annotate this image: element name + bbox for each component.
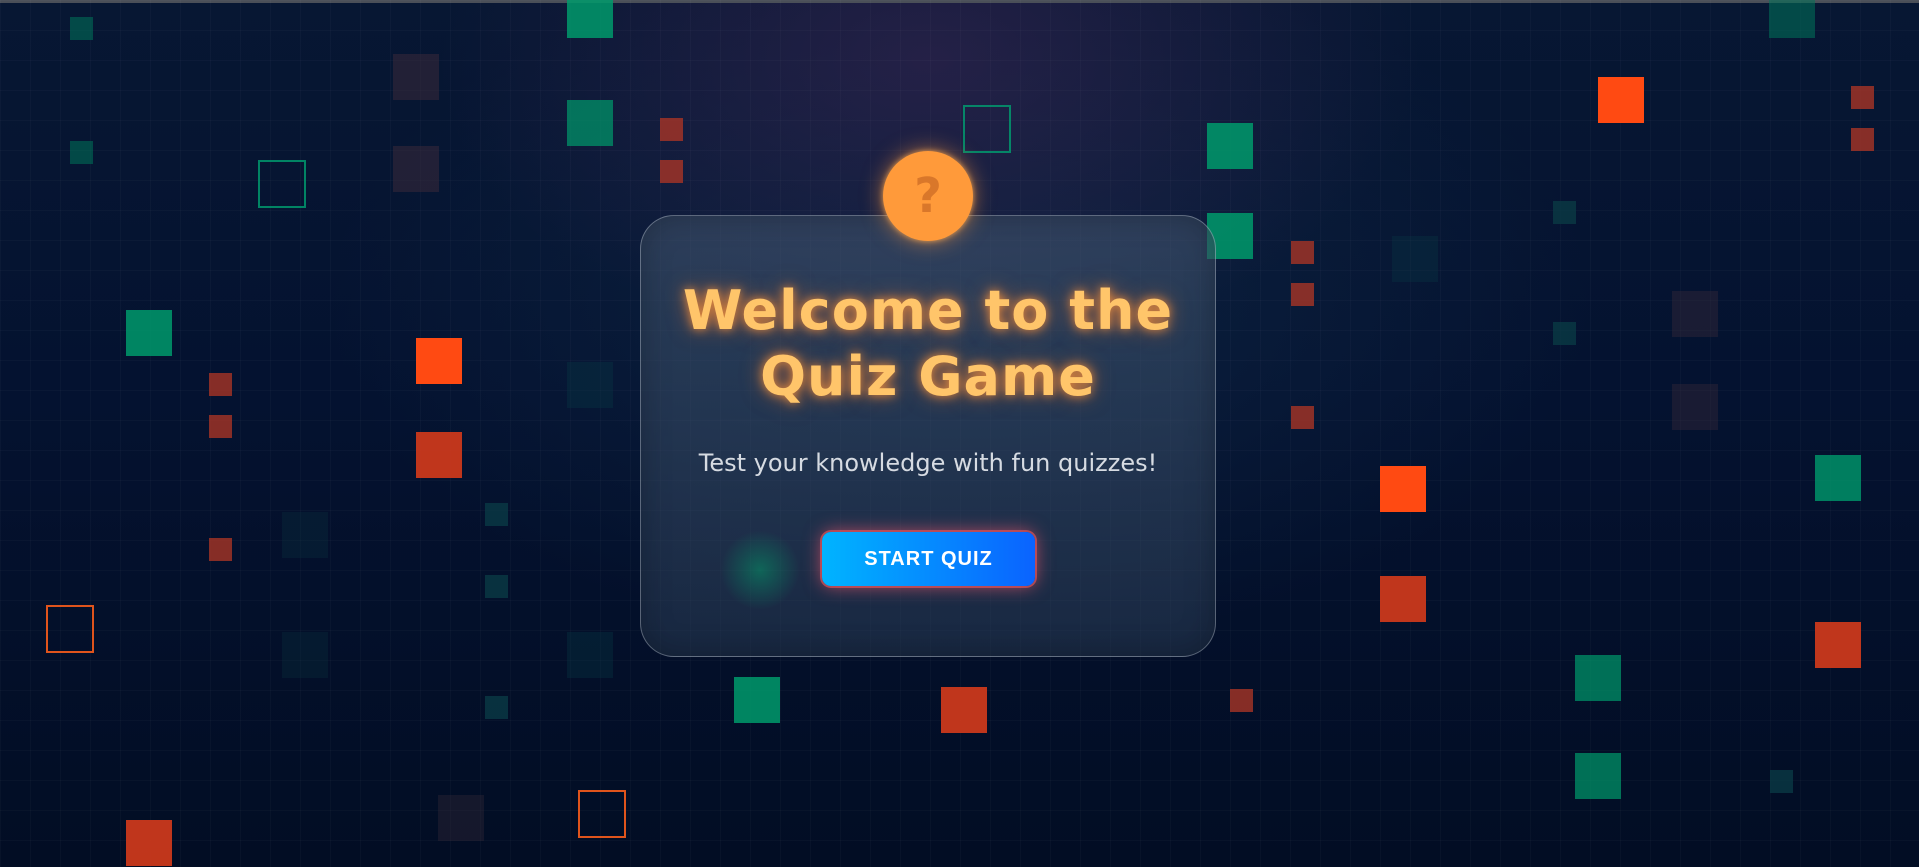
deco-square: [567, 632, 613, 678]
question-mark-icon: ?: [883, 151, 973, 241]
deco-square: [734, 677, 780, 723]
start-quiz-button[interactable]: START QUIZ: [822, 532, 1035, 586]
deco-square: [1851, 86, 1874, 109]
deco-square: [416, 338, 462, 384]
deco-square: [1291, 241, 1314, 264]
deco-square: [1672, 384, 1718, 430]
deco-square: [1598, 77, 1644, 123]
deco-square: [1553, 322, 1576, 345]
deco-square: [1392, 236, 1438, 282]
deco-square: [1575, 655, 1621, 701]
deco-square: [393, 54, 439, 100]
page-subtitle: Test your knowledge with fun quizzes!: [698, 449, 1158, 477]
deco-square: [1815, 622, 1861, 668]
deco-square: [1770, 770, 1793, 793]
deco-square: [1207, 123, 1253, 169]
deco-square: [209, 538, 232, 561]
deco-square: [70, 141, 93, 164]
deco-square: [416, 432, 462, 478]
deco-square: [660, 118, 683, 141]
deco-square: [1291, 406, 1314, 429]
deco-square: [660, 160, 683, 183]
decorative-glow: [720, 530, 800, 610]
page-title: Welcome to the Quiz Game: [640, 278, 1216, 410]
deco-square: [282, 632, 328, 678]
deco-square: [70, 17, 93, 40]
deco-square: [438, 795, 484, 841]
deco-square-outline: [963, 105, 1011, 153]
deco-square: [567, 100, 613, 146]
deco-square: [941, 687, 987, 733]
deco-square: [485, 696, 508, 719]
deco-square: [1815, 455, 1861, 501]
deco-square: [126, 820, 172, 866]
deco-square: [1672, 291, 1718, 337]
deco-square: [209, 373, 232, 396]
deco-square: [1851, 128, 1874, 151]
deco-square-outline: [578, 790, 626, 838]
deco-square: [485, 503, 508, 526]
deco-square: [209, 415, 232, 438]
deco-square-outline: [258, 160, 306, 208]
deco-square: [1380, 466, 1426, 512]
deco-square-outline: [46, 605, 94, 653]
deco-square: [1575, 753, 1621, 799]
deco-square: [567, 362, 613, 408]
deco-square: [126, 310, 172, 356]
title-line-2: Quiz Game: [760, 345, 1096, 408]
deco-square: [282, 512, 328, 558]
deco-square: [485, 575, 508, 598]
deco-square: [567, 0, 613, 38]
deco-square: [1230, 689, 1253, 712]
deco-square: [1380, 576, 1426, 622]
question-mark-glyph: ?: [914, 168, 942, 224]
deco-square: [1291, 283, 1314, 306]
title-line-1: Welcome to the: [682, 279, 1174, 342]
deco-square: [1553, 201, 1576, 224]
deco-square: [1769, 0, 1815, 38]
quiz-welcome-screen: ? Welcome to the Quiz Game Test your kno…: [0, 0, 1919, 867]
deco-square: [393, 146, 439, 192]
